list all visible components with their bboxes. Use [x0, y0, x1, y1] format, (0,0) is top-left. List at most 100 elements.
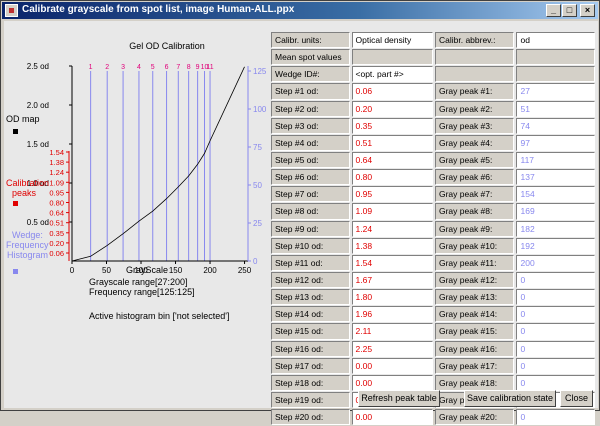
abbrev-field[interactable]: od — [516, 32, 595, 49]
calibration-window: Calibrate grayscale from spot list, imag… — [0, 0, 600, 426]
step-od-field[interactable]: 0.51 — [351, 134, 433, 151]
frequency-range: Frequency range[125:125] — [89, 287, 195, 297]
right-tick-label: 75 — [253, 143, 262, 152]
step-label: Step #14 od: — [271, 306, 350, 323]
left-tick-label: 2.5 od — [27, 62, 49, 71]
gray-peak-field[interactable]: 27 — [516, 83, 595, 100]
mean-blank-3 — [434, 49, 515, 66]
minimize-button[interactable]: _ — [546, 4, 561, 17]
mean-blank-4 — [516, 49, 595, 66]
step-od-field[interactable]: 1.67 — [351, 271, 433, 289]
wedge-label-1: Wedge: — [12, 230, 43, 240]
od-map-swatch — [13, 129, 18, 134]
table-row: Step #20 od: 0.00 Gray peak #20: 0 — [271, 409, 595, 426]
gray-peak-field[interactable]: 200 — [516, 254, 595, 271]
gray-peak-label: Gray peak #6: — [434, 169, 515, 186]
close-window-button[interactable]: × — [580, 4, 595, 17]
step-od-field[interactable]: 1.24 — [351, 220, 433, 237]
x-axis-label: GrayScale — [126, 265, 168, 275]
table-row: Step #15 od: 2.11 Gray peak #15: 0 — [271, 323, 595, 340]
header-row-units: Calibr. units: Optical density Calibr. a… — [271, 32, 595, 49]
calib-scale-label: 0.06 — [49, 249, 64, 258]
step-od-field[interactable]: 2.25 — [351, 340, 433, 357]
gray-peak-label: Gray peak #15: — [434, 323, 515, 340]
gray-peak-field[interactable]: 169 — [516, 203, 595, 220]
app-icon — [5, 4, 18, 17]
gray-peak-label: Gray peak #18: — [434, 374, 515, 391]
peak-number: 1 — [89, 64, 93, 71]
gray-peak-label: Gray peak #20: — [434, 409, 515, 426]
gray-peak-field[interactable]: 0 — [516, 409, 595, 426]
gray-peak-label: Gray peak #8: — [434, 203, 515, 220]
wedge-label-2: Frequency — [6, 240, 49, 250]
peak-number: 11 — [206, 64, 213, 71]
step-od-field[interactable]: 1.80 — [351, 289, 433, 306]
units-field[interactable]: Optical density — [351, 32, 433, 49]
close-button[interactable]: Close — [560, 390, 593, 407]
gray-peak-field[interactable]: 192 — [516, 237, 595, 254]
step-label: Step #2 od: — [271, 100, 350, 117]
calib-scale-label: 0.64 — [49, 209, 64, 218]
gray-peak-label: Gray peak #5: — [434, 151, 515, 169]
refresh-peak-table-button[interactable]: Refresh peak table — [358, 390, 440, 407]
gray-peak-field[interactable]: 0 — [516, 357, 595, 374]
table-row: Step #16 od: 2.25 Gray peak #16: 0 — [271, 340, 595, 357]
step-od-field[interactable]: 2.11 — [351, 323, 433, 340]
wedge-id-field[interactable]: <opt. part #> — [351, 66, 433, 83]
step-od-field[interactable]: 0.06 — [351, 83, 433, 100]
step-od-field[interactable]: 0.95 — [351, 186, 433, 203]
step-od-field[interactable]: 0.20 — [351, 100, 433, 117]
peak-number: 5 — [151, 64, 155, 71]
left-tick-label: 0.5 od — [27, 218, 49, 227]
gray-peak-label: Gray peak #7: — [434, 186, 515, 203]
gray-peak-label: Gray peak #17: — [434, 357, 515, 374]
step-label: Step #13 od: — [271, 289, 350, 306]
step-label: Step #1 od: — [271, 83, 350, 100]
save-calibration-button[interactable]: Save calibration state — [464, 390, 556, 407]
gray-peak-field[interactable]: 0 — [516, 374, 595, 391]
step-od-field[interactable]: 0.64 — [351, 151, 433, 169]
gray-peak-field[interactable]: 74 — [516, 117, 595, 134]
gray-peak-field[interactable]: 0 — [516, 306, 595, 323]
step-od-field[interactable]: 1.09 — [351, 203, 433, 220]
maximize-button[interactable]: □ — [562, 4, 577, 17]
calib-scale-label: 0.95 — [49, 188, 64, 197]
x-tick-label: 250 — [238, 266, 252, 275]
gray-peak-field[interactable]: 51 — [516, 100, 595, 117]
gray-peak-label: Gray peak #16: — [434, 340, 515, 357]
x-tick-label: 0 — [70, 266, 75, 275]
gray-peak-field[interactable]: 0 — [516, 289, 595, 306]
table-row: Step #14 od: 1.96 Gray peak #14: 0 — [271, 306, 595, 323]
step-od-field[interactable]: 0.00 — [351, 374, 433, 391]
step-od-field[interactable]: 0.35 — [351, 117, 433, 134]
table-row: Step #9 od: 1.24 Gray peak #9: 182 — [271, 220, 595, 237]
gray-peak-field[interactable]: 117 — [516, 151, 595, 169]
gray-peak-field[interactable]: 0 — [516, 323, 595, 340]
gray-peak-field[interactable]: 97 — [516, 134, 595, 151]
step-od-field[interactable]: 0.00 — [351, 357, 433, 374]
gray-peak-label: Gray peak #1: — [434, 83, 515, 100]
gray-peak-field[interactable]: 0 — [516, 340, 595, 357]
gray-peak-label: Gray peak #4: — [434, 134, 515, 151]
peak-number: 3 — [121, 64, 125, 71]
step-label: Step #5 od: — [271, 151, 350, 169]
step-od-field[interactable]: 1.96 — [351, 306, 433, 323]
x-tick-label: 200 — [203, 266, 217, 275]
table-row: Step #13 od: 1.80 Gray peak #13: 0 — [271, 289, 595, 306]
gray-peak-field[interactable]: 182 — [516, 220, 595, 237]
gray-peak-field[interactable]: 0 — [516, 271, 595, 289]
step-od-field[interactable]: 1.38 — [351, 237, 433, 254]
calib-scale-label: 0.51 — [49, 219, 64, 228]
step-label: Step #15 od: — [271, 323, 350, 340]
gray-peak-field[interactable]: 154 — [516, 186, 595, 203]
gray-peak-field[interactable]: 137 — [516, 169, 595, 186]
calibration-label: Calibration — [6, 178, 49, 188]
step-od-field[interactable]: 0.80 — [351, 169, 433, 186]
table-row: Step #18 od: 0.00 Gray peak #18: 0 — [271, 374, 595, 391]
step-label: Step #11 od: — [271, 254, 350, 271]
step-od-field[interactable]: 0.00 — [351, 409, 433, 426]
header-row-mean: Mean spot values — [271, 49, 595, 66]
step-od-field[interactable]: 1.54 — [351, 254, 433, 271]
table-row: Step #17 od: 0.00 Gray peak #17: 0 — [271, 357, 595, 374]
table-row: Step #2 od: 0.20 Gray peak #2: 51 — [271, 100, 595, 117]
